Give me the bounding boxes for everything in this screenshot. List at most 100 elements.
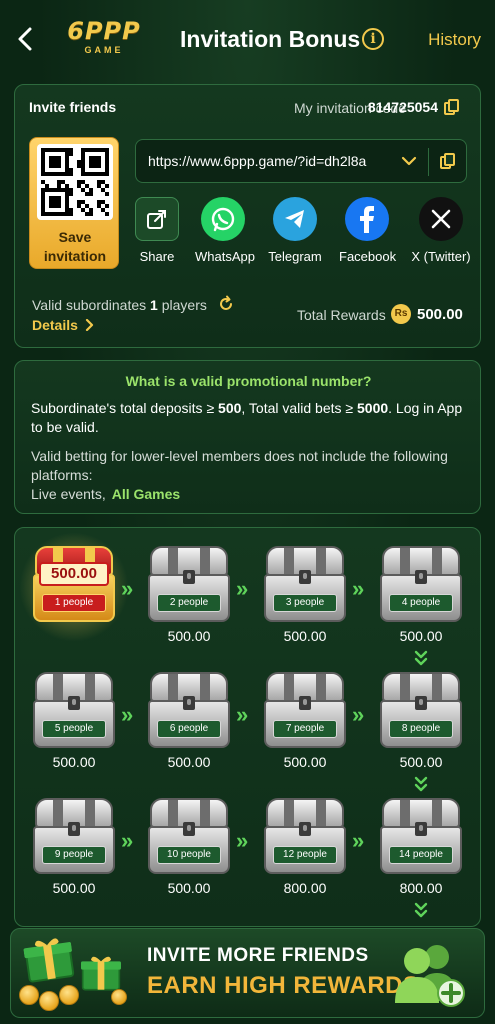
- chest-people-label: 4 people: [389, 594, 453, 612]
- chest-amount-badge: 500.00: [39, 562, 109, 586]
- coin-icon: [39, 991, 59, 1011]
- lock-icon: [299, 570, 311, 584]
- invite-url-field[interactable]: https://www.6ppp.game/?id=dh2l8a: [135, 139, 467, 183]
- chevron-right-icon: [85, 318, 93, 332]
- treasure-chest-locked[interactable]: 4 people: [380, 546, 462, 624]
- double-chevron-right-icon: »: [352, 576, 365, 601]
- lock-icon: [68, 696, 80, 710]
- rules-bets-value: 5000: [357, 400, 389, 416]
- x-icon: [419, 197, 463, 241]
- save-label-line2: invitation: [43, 248, 107, 264]
- chest-people-label: 2 people: [157, 594, 221, 612]
- rules-p1-b: , Total valid bets ≥: [241, 400, 357, 416]
- treasure-chest-locked[interactable]: 7 people: [264, 672, 346, 750]
- double-chevron-down-icon: [414, 902, 428, 918]
- chest-reward-value: 500.00: [283, 628, 327, 644]
- invite-url-text: https://www.6ppp.game/?id=dh2l8a: [148, 153, 367, 169]
- lock-icon: [415, 696, 427, 710]
- treasure-chest-locked[interactable]: 6 people: [148, 672, 230, 750]
- share-option-facebook[interactable]: Facebook: [339, 197, 396, 264]
- chest-people-label: 7 people: [273, 720, 337, 738]
- lock-icon: [415, 822, 427, 836]
- chest-reward-value: 800.00: [399, 880, 443, 896]
- invite-card: Invite friends My invitation code 814725…: [14, 84, 481, 348]
- share-option-whatsapp[interactable]: WhatsApp: [195, 197, 255, 264]
- gift-box-icon: [81, 953, 121, 993]
- rules-p1-a: Subordinate's total deposits ≥: [31, 400, 219, 416]
- history-link[interactable]: History: [428, 30, 481, 50]
- save-label-line1: Save: [58, 229, 92, 245]
- double-chevron-right-icon: »: [236, 828, 249, 853]
- chest-people-label: 1 people: [42, 594, 106, 612]
- total-rewards-value: 500.00: [417, 306, 463, 323]
- treasure-chest-locked[interactable]: 5 people: [33, 672, 115, 750]
- share-option-telegram[interactable]: Telegram: [267, 197, 323, 264]
- treasure-chest-locked[interactable]: 10 people: [148, 798, 230, 876]
- rules-requirement-text: Subordinate's total deposits ≥ 500, Tota…: [31, 399, 471, 437]
- chest-reward-value: 500.00: [399, 754, 443, 770]
- chest-reward-value: 500.00: [167, 628, 211, 644]
- rules-all-games: All Games: [111, 486, 181, 502]
- share-option-share[interactable]: Share: [134, 197, 180, 264]
- chest-people-label: 10 people: [157, 846, 221, 864]
- banner-line2: EARN HIGH REWARDS: [147, 972, 420, 999]
- details-link[interactable]: Details: [32, 317, 95, 333]
- chevron-down-icon[interactable]: [400, 152, 418, 170]
- add-friends-icon: [395, 945, 465, 1007]
- double-chevron-down-icon: [414, 650, 428, 666]
- url-divider: [428, 148, 429, 176]
- refresh-icon[interactable]: [217, 295, 235, 313]
- chest-reward-value: 500.00: [167, 754, 211, 770]
- valid-subordinates-text: Valid subordinates 1 players: [32, 297, 207, 313]
- chevron-left-icon[interactable]: [14, 26, 36, 52]
- double-chevron-right-icon: »: [236, 702, 249, 727]
- valid-number-rules-card: What is a valid promotional number? Subo…: [14, 360, 481, 514]
- banner-line1: INVITE MORE FRIENDS: [147, 945, 369, 966]
- lock-icon: [68, 822, 80, 836]
- info-icon[interactable]: i: [362, 28, 384, 50]
- chest-reward-value: 500.00: [167, 880, 211, 896]
- treasure-chest-locked[interactable]: 2 people: [148, 546, 230, 624]
- facebook-icon: [345, 197, 389, 241]
- lock-icon: [183, 822, 195, 836]
- treasure-chest-locked[interactable]: 9 people: [33, 798, 115, 876]
- chest-reward-value: 500.00: [399, 628, 443, 644]
- coin-icon: [111, 989, 127, 1005]
- treasure-chest-unlocked[interactable]: 500.00 1 people: [33, 546, 115, 624]
- header-bar: 6PPP GAME Invitation Bonus i History: [0, 0, 495, 80]
- invite-friends-label: Invite friends: [29, 99, 117, 115]
- save-invitation-button[interactable]: Save invitation: [29, 137, 119, 269]
- coin-icon: [59, 985, 79, 1005]
- treasure-chest-locked[interactable]: 3 people: [264, 546, 346, 624]
- whatsapp-icon: [201, 197, 245, 241]
- telegram-icon: [273, 197, 317, 241]
- double-chevron-down-icon: [414, 776, 428, 792]
- share-option-x-twitter[interactable]: X (Twitter): [407, 197, 475, 264]
- treasure-chest-locked[interactable]: 8 people: [380, 672, 462, 750]
- invitation-code-value: 814725054: [367, 99, 438, 115]
- details-label: Details: [32, 317, 78, 333]
- copy-url-icon[interactable]: [440, 153, 456, 169]
- chest-people-label: 9 people: [42, 846, 106, 864]
- page-title: Invitation Bonus: [180, 26, 361, 52]
- lock-icon: [299, 822, 311, 836]
- rules-deposit-value: 500: [218, 400, 242, 416]
- rupee-coin-icon: Rs: [391, 304, 411, 324]
- treasure-chest-locked[interactable]: 14 people: [380, 798, 462, 876]
- qr-code: [37, 144, 113, 220]
- logo-main-text: 6PPP: [67, 17, 141, 45]
- share-option-label: X (Twitter): [411, 249, 471, 264]
- chest-reward-value: 500.00: [52, 754, 96, 770]
- chest-people-label: 8 people: [389, 720, 453, 738]
- reward-chests-card: 500.00 1 people » 2 people 500.00 » 3 people 50…: [14, 527, 481, 927]
- double-chevron-right-icon: »: [121, 576, 134, 601]
- chest-people-label: 5 people: [42, 720, 106, 738]
- chest-people-label: 12 people: [273, 846, 337, 864]
- treasure-chest-locked[interactable]: 12 people: [264, 798, 346, 876]
- chest-people-label: 14 people: [389, 846, 453, 864]
- invite-more-banner[interactable]: INVITE MORE FRIENDS EARN HIGH REWARDS: [10, 928, 485, 1018]
- chest-reward-value: 500.00: [283, 754, 327, 770]
- chest-people-label: 6 people: [157, 720, 221, 738]
- copy-code-icon[interactable]: [444, 99, 460, 115]
- double-chevron-right-icon: »: [352, 702, 365, 727]
